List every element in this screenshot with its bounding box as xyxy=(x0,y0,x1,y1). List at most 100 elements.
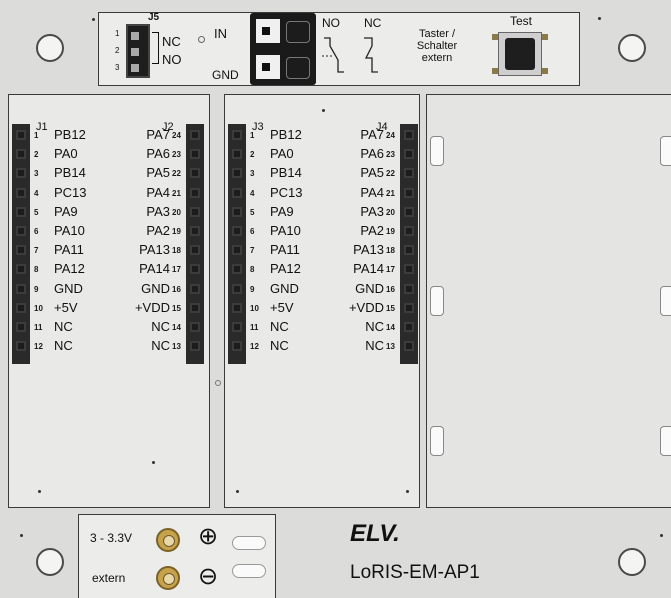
pin-number: 18 xyxy=(386,246,395,256)
pin-name: PA7 xyxy=(146,127,170,142)
header-pin[interactable] xyxy=(16,187,26,198)
header-pin[interactable] xyxy=(190,187,200,198)
pin-number: 11 xyxy=(34,323,43,332)
pin-number: 19 xyxy=(172,227,181,236)
header-pin[interactable] xyxy=(232,341,242,352)
pin-number: 13 xyxy=(172,342,181,352)
header-pin[interactable] xyxy=(16,283,26,294)
pin-name: PA13 xyxy=(353,242,384,258)
header-pin[interactable] xyxy=(16,341,26,352)
pin-number: 9 xyxy=(34,284,39,294)
pin-name: PA14 xyxy=(139,261,170,277)
header-pin[interactable] xyxy=(16,226,26,236)
header-pin[interactable] xyxy=(190,245,200,256)
via-dot xyxy=(198,36,205,43)
pin-name: PA4 xyxy=(360,184,384,200)
header-pin[interactable] xyxy=(404,226,414,236)
header-pin[interactable] xyxy=(16,322,26,332)
power-pad-bottom[interactable] xyxy=(156,566,180,590)
header-pin[interactable] xyxy=(232,168,242,179)
jumper-j5[interactable] xyxy=(122,22,152,80)
header-pin[interactable] xyxy=(404,264,414,275)
pin-number: 16 xyxy=(172,284,181,294)
header-pin[interactable] xyxy=(190,149,200,160)
header-pin[interactable] xyxy=(404,149,414,160)
pin-number: 6 xyxy=(250,227,255,236)
test-button-label: Test xyxy=(510,14,533,28)
header-pin[interactable] xyxy=(16,168,26,179)
header-pin[interactable] xyxy=(232,245,242,256)
relay-nc-label: NC xyxy=(364,16,382,30)
header-pin[interactable] xyxy=(16,302,26,313)
jumper-j5-label: J5 xyxy=(148,12,160,23)
pin-number: 16 xyxy=(386,284,395,294)
via-dot xyxy=(406,490,409,493)
header-pin[interactable] xyxy=(404,283,414,294)
product-name: LoRIS-EM-AP1 xyxy=(350,562,480,583)
header-pin[interactable] xyxy=(232,264,242,275)
pin-name: PB14 xyxy=(270,165,302,181)
header-pin[interactable] xyxy=(232,130,242,140)
pin-name: PA14 xyxy=(353,261,384,277)
screw-terminal[interactable] xyxy=(250,13,316,85)
header-pin[interactable] xyxy=(404,302,414,313)
header-pin[interactable] xyxy=(404,130,414,140)
mounting-hole-top-left xyxy=(36,34,64,62)
header-pin[interactable] xyxy=(232,283,242,294)
terminal-gnd-label: GND xyxy=(212,68,239,82)
via-dot xyxy=(598,17,601,20)
header-pin[interactable] xyxy=(232,187,242,198)
pin-name: PA2 xyxy=(146,223,170,238)
header-pin[interactable] xyxy=(404,187,414,198)
pin-name: PA13 xyxy=(139,242,170,258)
pin-number: 2 xyxy=(34,150,39,160)
header-pin[interactable] xyxy=(190,302,200,313)
pin-name: PA3 xyxy=(360,203,384,219)
header-pin[interactable] xyxy=(16,264,26,275)
pin-name: PA11 xyxy=(270,242,300,258)
pin-name: +VDD xyxy=(134,299,170,315)
header-pin[interactable] xyxy=(232,226,242,236)
pin-number: 5 xyxy=(250,207,255,217)
slot-cutout xyxy=(660,286,671,316)
jumper-bracket xyxy=(152,32,159,64)
pin-number: 8 xyxy=(34,265,39,275)
via-dot xyxy=(660,534,663,537)
pin-name: PA7 xyxy=(360,127,384,142)
header-pin[interactable] xyxy=(190,264,200,275)
pin-number: 20 xyxy=(386,207,395,217)
power-pad-top[interactable] xyxy=(156,528,180,552)
header-pin[interactable] xyxy=(404,168,414,179)
power-voltage-label: 3 - 3.3V xyxy=(90,531,133,545)
via-dot xyxy=(215,380,221,386)
header-pin[interactable] xyxy=(232,322,242,332)
header-pin[interactable] xyxy=(190,206,200,217)
header-pin[interactable] xyxy=(404,341,414,352)
pin-number: 9 xyxy=(250,284,255,294)
pin-number: 1 xyxy=(34,131,39,140)
brand-logo: ELV. xyxy=(350,520,400,547)
pin-number: 5 xyxy=(34,207,39,217)
header-pin[interactable] xyxy=(190,168,200,179)
terminal-in-label: IN xyxy=(214,26,227,41)
relay-no-label: NO xyxy=(322,16,340,30)
header-pin[interactable] xyxy=(190,283,200,294)
header-pin[interactable] xyxy=(16,206,26,217)
header-pin[interactable] xyxy=(190,226,200,236)
header-pin[interactable] xyxy=(404,322,414,332)
header-pin[interactable] xyxy=(404,245,414,256)
header-pin[interactable] xyxy=(16,245,26,256)
header-pin[interactable] xyxy=(232,206,242,217)
header-pin[interactable] xyxy=(190,322,200,332)
test-button[interactable] xyxy=(488,30,552,78)
header-pin[interactable] xyxy=(16,130,26,140)
header-pin[interactable] xyxy=(190,130,200,140)
header-pin[interactable] xyxy=(190,341,200,352)
header-pin[interactable] xyxy=(16,149,26,160)
pin-name: GND xyxy=(141,280,170,296)
header-pin[interactable] xyxy=(232,302,242,313)
pin-number: 15 xyxy=(386,303,395,313)
header-pin[interactable] xyxy=(232,149,242,160)
pin-number: 15 xyxy=(172,303,181,313)
header-pin[interactable] xyxy=(404,206,414,217)
